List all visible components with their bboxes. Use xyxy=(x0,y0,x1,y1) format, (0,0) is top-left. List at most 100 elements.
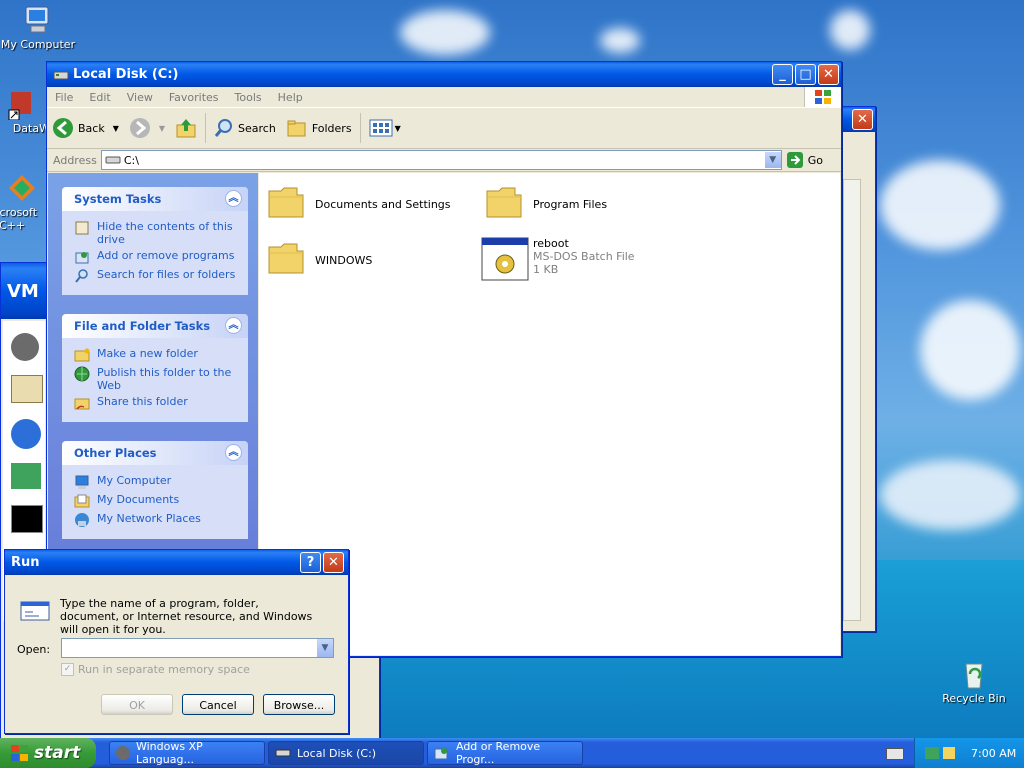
place-my-network[interactable]: My Network Places xyxy=(74,512,242,528)
clock[interactable]: 7:00 AM xyxy=(971,747,1016,760)
panel-file-folder-tasks: File and Folder Tasks ︽ Make a new folder… xyxy=(62,314,248,422)
views-icon xyxy=(369,119,393,137)
folders-button[interactable]: Folders xyxy=(281,111,357,145)
browse-button[interactable]: Browse... xyxy=(263,694,335,715)
chevron-down-icon[interactable]: ▼ xyxy=(764,152,781,168)
address-bar: Address C:\ ▼ Go xyxy=(47,149,841,172)
up-folder-button[interactable] xyxy=(170,111,202,145)
task-add-remove-programs[interactable]: Add or remove programs xyxy=(74,249,242,265)
computer-icon xyxy=(75,475,89,489)
cancel-button[interactable]: Cancel xyxy=(182,694,254,715)
close-button[interactable]: ✕ xyxy=(323,552,344,573)
views-button[interactable]: ▼ xyxy=(364,111,406,145)
taskbar-item-local-disk[interactable]: Local Disk (C:) xyxy=(268,741,424,765)
network-tray-icon[interactable] xyxy=(925,747,939,759)
windows-logo-icon xyxy=(11,745,28,761)
visual-cpp-icon xyxy=(6,172,38,204)
volume-tray-icon[interactable] xyxy=(943,747,955,759)
checkbox-check-icon: ✓ xyxy=(61,663,74,676)
file-reboot[interactable]: reboot MS-DOS Batch File 1 KB xyxy=(481,237,635,281)
panel-other-places: Other Places ︽ My Computer My Documents M… xyxy=(62,441,248,539)
minimize-button[interactable]: _ xyxy=(772,64,793,85)
ok-button[interactable]: OK xyxy=(101,694,173,715)
place-my-documents[interactable]: My Documents xyxy=(74,493,242,509)
drive-icon xyxy=(275,749,291,757)
task-search-files[interactable]: Search for files or folders xyxy=(74,268,242,284)
windows-logo-icon xyxy=(804,87,841,107)
hide-icon xyxy=(75,221,89,235)
collapse-chevron-icon[interactable]: ︽ xyxy=(225,317,242,334)
forward-arrow-icon xyxy=(129,118,150,138)
documents-icon xyxy=(74,494,90,508)
collapse-chevron-icon[interactable]: ︽ xyxy=(225,190,242,207)
computer-icon xyxy=(22,4,54,36)
search-button[interactable]: Search xyxy=(209,111,281,145)
mail-icon xyxy=(11,375,43,403)
close-icon[interactable]: ✕ xyxy=(852,109,873,130)
chevron-down-icon[interactable]: ▼ xyxy=(395,124,401,133)
run-dialog[interactable]: Run ? ✕ Type the name of a program, fold… xyxy=(4,549,349,734)
help-button[interactable]: ? xyxy=(300,552,321,573)
desktop-icon-label: My Computer xyxy=(0,38,76,51)
task-share-folder[interactable]: Share this folder xyxy=(74,395,242,411)
menu-help[interactable]: Help xyxy=(270,91,311,104)
folders-icon xyxy=(287,120,306,137)
folder-windows[interactable]: WINDOWS xyxy=(267,241,372,275)
desktop-icon-label: Recycle Bin xyxy=(942,692,1006,705)
keyboard-icon[interactable] xyxy=(886,748,904,760)
go-button[interactable]: Go xyxy=(782,151,841,169)
folder-icon xyxy=(486,187,522,218)
folder-documents-and-settings[interactable]: Documents and Settings xyxy=(267,185,451,219)
menu-edit[interactable]: Edit xyxy=(81,91,118,104)
window-title: Local Disk (C:) xyxy=(73,67,179,82)
run-icon xyxy=(20,601,50,621)
back-arrow-icon xyxy=(53,118,73,138)
forward-button[interactable]: ▼ xyxy=(124,111,170,145)
panel-system-tasks: System Tasks ︽ Hide the contents of this … xyxy=(62,187,248,295)
run-dialog-titlebar[interactable]: Run ? ✕ xyxy=(5,550,348,575)
chevron-down-icon[interactable]: ▼ xyxy=(113,124,119,133)
media-player-icon xyxy=(11,419,41,449)
menu-file[interactable]: File xyxy=(47,91,81,104)
place-my-computer[interactable]: My Computer xyxy=(74,474,242,490)
desktop-icon-recycle-bin[interactable]: Recycle Bin xyxy=(936,658,1012,705)
recycle-bin-icon xyxy=(958,658,990,690)
go-arrow-icon xyxy=(786,152,803,168)
background-window-right-titlebar[interactable]: ✕ xyxy=(839,107,875,132)
explorer-titlebar[interactable]: Local Disk (C:) _ □ ✕ xyxy=(47,62,841,87)
shortcut-icon xyxy=(5,88,37,121)
memory-space-checkbox[interactable]: ✓ Run in separate memory space xyxy=(61,663,250,676)
batch-file-icon xyxy=(481,237,529,281)
scrollbar[interactable] xyxy=(843,179,861,621)
share-folder-icon xyxy=(74,398,90,410)
task-publish-folder[interactable]: Publish this folder to the Web xyxy=(74,366,242,392)
chevron-down-icon[interactable]: ▼ xyxy=(317,639,333,657)
start-button[interactable]: start xyxy=(0,738,96,768)
folder-program-files[interactable]: Program Files xyxy=(485,185,607,219)
open-combobox[interactable]: ▼ xyxy=(61,638,334,658)
back-button[interactable]: Back ▼ xyxy=(47,111,124,145)
globe-icon xyxy=(74,366,90,382)
task-make-new-folder[interactable]: Make a new folder xyxy=(74,347,242,363)
desktop-icon-my-computer[interactable]: My Computer xyxy=(0,4,76,51)
command-prompt-icon xyxy=(11,505,43,533)
network-icon xyxy=(11,463,41,489)
task-hide-contents[interactable]: Hide the contents of this drive xyxy=(74,220,242,246)
search-icon xyxy=(214,119,233,137)
run-description: Type the name of a program, folder, docu… xyxy=(60,597,313,636)
menu-favorites[interactable]: Favorites xyxy=(161,91,227,104)
address-input[interactable]: C:\ ▼ xyxy=(100,150,782,170)
collapse-chevron-icon[interactable]: ︽ xyxy=(225,444,242,461)
chevron-down-icon[interactable]: ▼ xyxy=(159,124,165,133)
background-window-right[interactable]: ✕ xyxy=(838,106,876,632)
taskbar-item-add-remove[interactable]: Add or Remove Progr... xyxy=(427,740,583,766)
up-folder-icon xyxy=(176,119,196,138)
menu-bar: File Edit View Favorites Tools Help xyxy=(47,87,841,108)
search-icon xyxy=(75,269,88,283)
taskbar-item-xp-language[interactable]: Windows XP Languag... xyxy=(109,740,265,766)
close-button[interactable]: ✕ xyxy=(818,64,839,85)
network-places-icon xyxy=(75,513,89,527)
menu-tools[interactable]: Tools xyxy=(227,91,270,104)
maximize-button[interactable]: □ xyxy=(795,64,816,85)
menu-view[interactable]: View xyxy=(119,91,161,104)
